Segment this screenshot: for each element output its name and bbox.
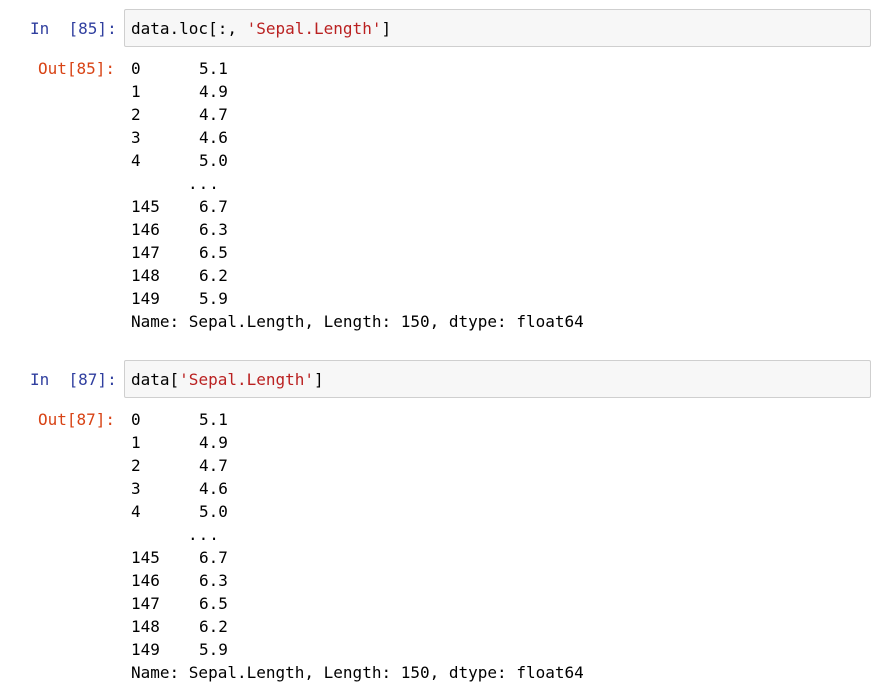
series-index: 148 [131,617,160,636]
series-metadata-text: Name: Sepal.Length, Length: 150, dtype: … [131,663,584,682]
series-row: 149 5.9 [131,287,831,310]
series-value: 5.1 [199,410,228,429]
series-index: 4 [131,502,141,521]
series-metadata-text: Name: Sepal.Length, Length: 150, dtype: … [131,312,584,331]
series-row: 146 6.3 [131,569,831,592]
code-string-literal: 'Sepal.Length' [246,18,382,38]
series-row: 1 4.9 [131,431,831,454]
series-value: 6.2 [199,617,228,636]
series-row: 2 4.7 [131,454,831,477]
series-value: 4.6 [199,479,228,498]
output-prompt: Out[87]: [38,410,116,429]
series-index: 2 [131,105,141,124]
code-text: data[ [131,369,180,389]
series-row: 147 6.5 [131,241,831,264]
series-row: 4 5.0 [131,149,831,172]
series-value: 6.3 [199,571,228,590]
series-row: 148 6.2 [131,264,831,287]
code-input[interactable]: data.loc[:, 'Sepal.Length'] [124,9,871,47]
series-index: 145 [131,197,160,216]
series-row: 147 6.5 [131,592,831,615]
series-value: 4.6 [199,128,228,147]
series-value: 5.9 [199,289,228,308]
output-prompt: Out[85]: [38,59,116,78]
code-input[interactable]: data['Sepal.Length'] [124,360,871,398]
code-text: ] [381,18,392,38]
code-text: data.loc[:, [131,18,247,38]
series-value: 5.0 [199,151,228,170]
series-index: 146 [131,571,160,590]
series-value: 6.7 [199,197,228,216]
series-row: 1 4.9 [131,80,831,103]
series-index: 1 [131,433,141,452]
series-index: 0 [131,59,141,78]
series-row: 0 5.1 [131,408,831,431]
series-row: 146 6.3 [131,218,831,241]
series-row: 0 5.1 [131,57,831,80]
output-area: 0 5.1 1 4.9 2 4.7 3 4.6 4 5.0 ... 145 6.7 146 6… [131,408,831,684]
series-row: 4 5.0 [131,500,831,523]
series-value: 5.1 [199,59,228,78]
ellipsis: ... [188,174,220,193]
series-row: 145 6.7 [131,546,831,569]
series-index: 147 [131,594,160,613]
series-value: 4.7 [199,105,228,124]
output-area: 0 5.1 1 4.9 2 4.7 3 4.6 4 5.0 ... 145 6.7 146 6… [131,57,831,333]
series-row: 3 4.6 [131,126,831,149]
series-index: 1 [131,82,141,101]
series-index: 4 [131,151,141,170]
code-text: ] [314,369,324,389]
series-value: 5.0 [199,502,228,521]
series-value: 4.7 [199,456,228,475]
series-index: 149 [131,640,160,659]
series-index: 3 [131,479,141,498]
series-value: 6.7 [199,548,228,567]
series-row: 3 4.6 [131,477,831,500]
series-row: 148 6.2 [131,615,831,638]
series-row: 2 4.7 [131,103,831,126]
series-value: 6.5 [199,594,228,613]
series-index: 149 [131,289,160,308]
series-row: 149 5.9 [131,638,831,661]
series-value: 4.9 [199,433,228,452]
input-prompt: In [85]: [30,19,117,38]
input-prompt: In [87]: [30,370,117,389]
series-index: 146 [131,220,160,239]
series-row: 145 6.7 [131,195,831,218]
ellipsis-row: ... [131,172,831,195]
series-index: 148 [131,266,160,285]
ellipsis: ... [188,525,220,544]
ellipsis-row: ... [131,523,831,546]
series-index: 2 [131,456,141,475]
series-value: 4.9 [199,82,228,101]
series-value: 6.3 [199,220,228,239]
series-metadata: Name: Sepal.Length, Length: 150, dtype: … [131,310,831,333]
series-index: 145 [131,548,160,567]
series-index: 147 [131,243,160,262]
series-value: 6.2 [199,266,228,285]
series-value: 5.9 [199,640,228,659]
series-metadata: Name: Sepal.Length, Length: 150, dtype: … [131,661,831,684]
series-index: 3 [131,128,141,147]
series-value: 6.5 [199,243,228,262]
series-index: 0 [131,410,141,429]
code-string-literal: 'Sepal.Length' [179,369,315,389]
